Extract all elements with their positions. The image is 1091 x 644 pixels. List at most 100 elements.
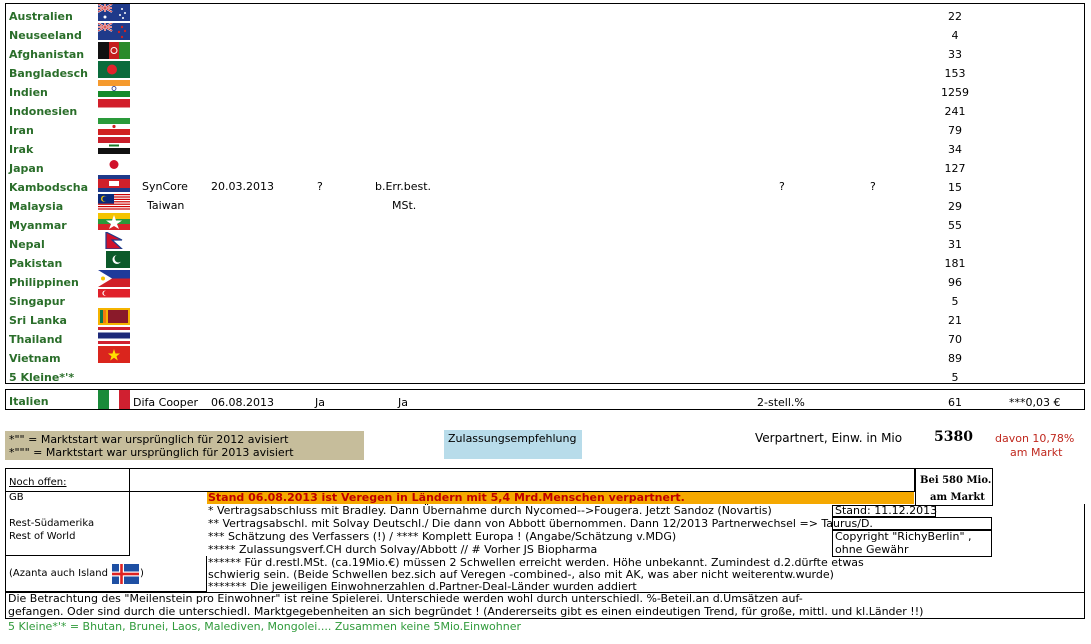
footnote-line: ** Vertragsabschl. mit Solvay Deutschl./… <box>208 517 873 530</box>
indonesia-flag <box>98 99 130 116</box>
footnote-line: *** Schätzung des Verfassers (!) / **** … <box>208 530 677 543</box>
myanmar-flag <box>98 213 130 230</box>
bottom-text-line1: Die Betrachtung des "Meilenstein pro Ein… <box>8 592 803 605</box>
country-name: Nepal <box>9 238 45 251</box>
nepal-flag <box>98 232 130 249</box>
open-header-box <box>5 468 915 492</box>
italien-date: 06.08.2013 <box>211 396 274 409</box>
open-item-rest-of-world: Rest of World <box>9 531 76 542</box>
malaysia-flag <box>98 194 130 211</box>
italien-extra: ***0,03 € <box>1009 396 1061 409</box>
country-name: Vietnam <box>9 352 61 365</box>
iran-flag <box>98 118 130 135</box>
kambodscha-partner: SynCore <box>142 180 188 193</box>
country-value: 34 <box>948 143 962 156</box>
country-table <box>5 3 1085 384</box>
italy-flag <box>98 390 130 409</box>
country-value: 55 <box>948 219 962 232</box>
country-value: 79 <box>948 124 962 137</box>
country-value: 1259 <box>941 86 969 99</box>
kambodscha-date: 20.03.2013 <box>211 180 274 193</box>
kambodscha-q1: ? <box>317 180 323 193</box>
country-name: Pakistan <box>9 257 63 270</box>
copyright-line2: ohne Gewähr <box>835 543 909 556</box>
country-name: Malaysia <box>9 200 64 213</box>
legend-line2: *""" = Marktstart war ursprünglich für 2… <box>9 446 294 459</box>
thailand-flag <box>98 327 130 344</box>
iceland-flag <box>112 564 139 584</box>
sri-lanka-flag <box>98 308 130 325</box>
legend-line1: *"" = Marktstart war ursprünglich für 20… <box>9 433 289 446</box>
country-name: Myanmar <box>9 219 67 232</box>
country-value: 5 <box>951 295 959 308</box>
kambodscha-q2: ? <box>779 180 785 193</box>
iceland-text: (Azanta auch Island <box>9 568 108 579</box>
market-line1: Bei 580 Mio. <box>920 475 992 486</box>
footnote-line: ***** Zulassungsverf.CH durch Solvay/Abb… <box>208 543 598 556</box>
singapore-flag <box>98 289 130 306</box>
country-name: Indonesien <box>9 105 78 118</box>
summary-label: Verpartnert, Einw. in Mio <box>755 431 903 445</box>
kambodscha-q3: ? <box>870 180 876 193</box>
italien-note: 2-stell.% <box>757 396 805 409</box>
afghanistan-flag <box>98 42 130 59</box>
open-title: Noch offen: <box>9 477 67 488</box>
country-name: Singapur <box>9 295 65 308</box>
italien-c2: Ja <box>398 396 408 409</box>
country-name: Iran <box>9 124 34 137</box>
malaysia-status: MSt. <box>392 199 417 212</box>
italien-c1: Ja <box>315 396 325 409</box>
country-value: 127 <box>944 162 966 175</box>
summary-share-2: am Markt <box>1010 446 1063 459</box>
country-name: Kambodscha <box>9 181 89 194</box>
country-value: 21 <box>948 314 962 327</box>
summary-total: 5380 <box>934 429 973 445</box>
country-value: 153 <box>944 67 966 80</box>
country-value: 29 <box>948 200 962 213</box>
country-name: Irak <box>9 143 34 156</box>
open-item-gb: GB <box>9 492 24 503</box>
copyright-line1: Copyright "RichyBerlin" , <box>835 530 972 543</box>
japan-flag <box>98 156 130 173</box>
country-name: Bangladesch <box>9 67 88 80</box>
italien-value: 61 <box>948 396 962 409</box>
cambodia-flag <box>98 175 130 192</box>
bottom-text-line2: gefangen. Oder sind durch die unterschie… <box>8 605 924 618</box>
iceland-close: ) <box>140 568 144 579</box>
country-name: Indien <box>9 86 48 99</box>
country-value: 241 <box>944 105 966 118</box>
country-value: 70 <box>948 333 962 346</box>
country-name: 5 Kleine*'* <box>9 371 75 384</box>
headline: Stand 06.08.2013 ist Veregen in Ländern … <box>208 491 685 504</box>
malaysia-partner: Taiwan <box>147 199 185 212</box>
open-item-rest-suedamerika: Rest-Südamerika <box>9 518 95 529</box>
new-zealand-flag <box>98 23 130 40</box>
stand-text: Stand: 11.12.2013 <box>835 504 938 517</box>
pakistan-flag <box>98 251 130 268</box>
country-value: 31 <box>948 238 962 251</box>
philippines-flag <box>98 270 130 287</box>
iraq-flag <box>98 137 130 154</box>
market-line2: am Markt <box>930 492 985 503</box>
summary-share: davon 10,78% <box>995 432 1075 445</box>
kambodscha-status: b.Err.best. <box>375 180 432 193</box>
australia-flag <box>98 4 130 21</box>
italien-partner: Difa Cooper <box>133 396 199 409</box>
india-flag <box>98 80 130 97</box>
italien-name: Italien <box>9 395 49 408</box>
country-value: 15 <box>948 181 962 194</box>
country-value: 33 <box>948 48 962 61</box>
country-name: Philippinen <box>9 276 79 289</box>
country-name: Japan <box>9 162 44 175</box>
vietnam-flag <box>98 346 130 363</box>
country-value: 5 <box>951 371 959 384</box>
country-name: Sri Lanka <box>9 314 67 327</box>
country-name: Neuseeland <box>9 29 82 42</box>
bangladesh-flag <box>98 61 130 78</box>
country-value: 181 <box>944 257 966 270</box>
partnerwechsel-box <box>832 517 992 530</box>
country-name: Australien <box>9 10 73 23</box>
recommendation-label: Zulassungsempfehlung <box>448 432 577 445</box>
country-value: 96 <box>948 276 962 289</box>
footnote: 5 Kleine*'* = Bhutan, Brunei, Laos, Male… <box>8 620 522 633</box>
